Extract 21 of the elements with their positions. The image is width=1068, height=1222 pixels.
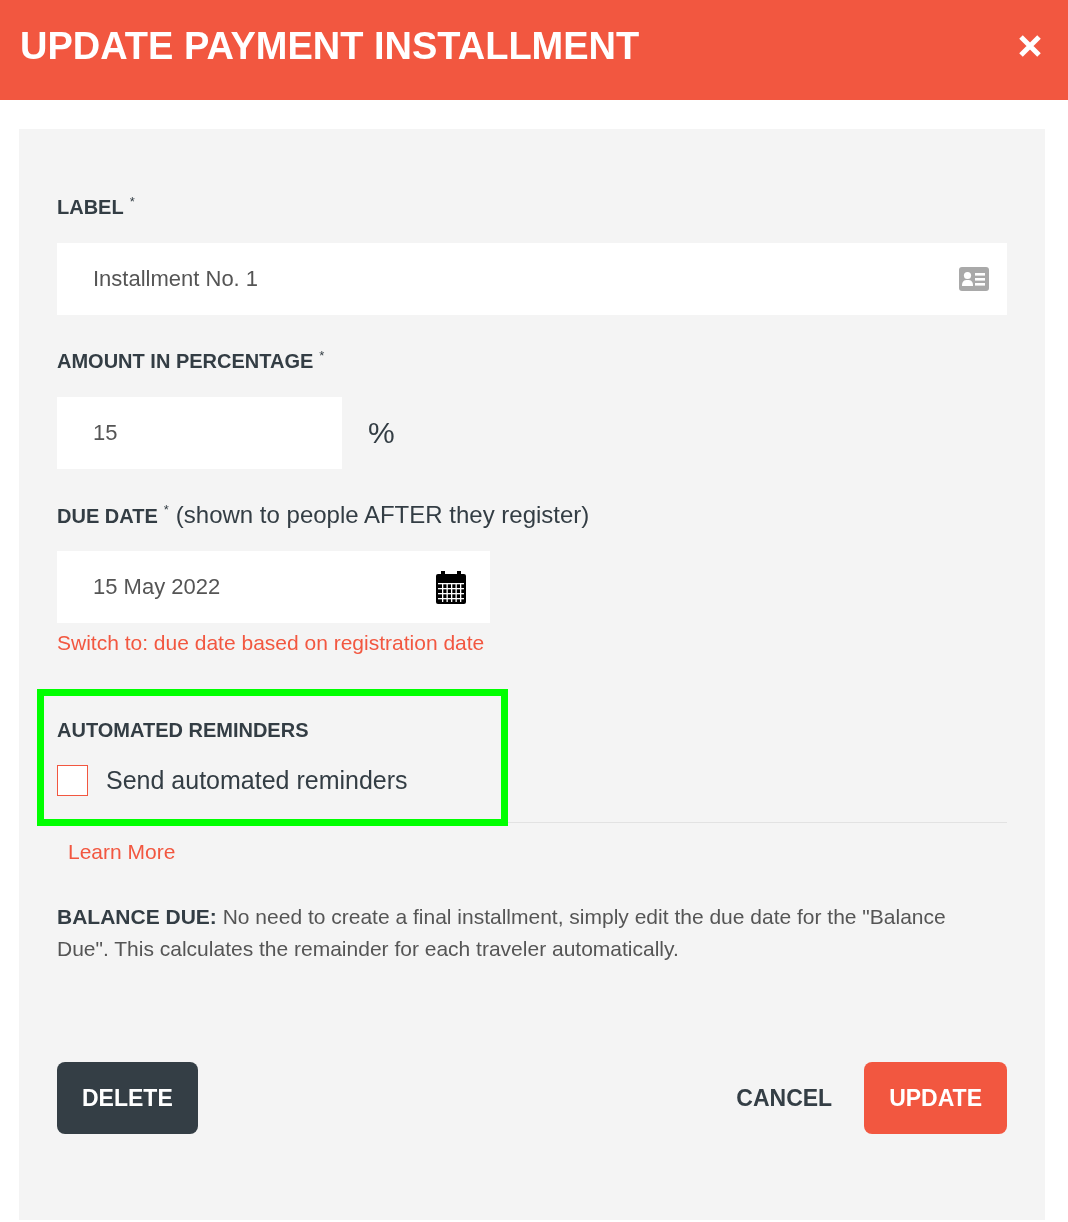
label-input[interactable]: Installment No. 1 [57,243,1007,315]
required-mark: * [129,195,135,209]
field-label: DUE DATE [57,504,158,528]
field-label: AMOUNT IN PERCENTAGE [57,349,314,373]
checkbox-label[interactable]: Send automated reminders [106,766,408,795]
dialog-title: UPDATE PAYMENT INSTALLMENT [20,24,640,68]
field-label: LABEL [57,195,124,219]
required-mark: * [319,349,325,363]
balance-due-note: BALANCE DUE: No need to create a final installment, simply edit the due date for the "Balance Due". This calculates the remainder for each traveler automatically. [57,904,947,962]
close-icon[interactable] [1018,34,1042,58]
calendar-icon [436,570,466,604]
section-heading: AUTOMATED REMINDERS [57,718,310,742]
percentage-input[interactable]: 15 [57,397,342,469]
required-mark: * [163,503,169,517]
id-card-icon [959,267,989,291]
date-input[interactable]: 15 May 2022 [57,551,490,623]
cancel-button[interactable]: CANCEL [720,1062,849,1134]
checkbox[interactable] [57,765,88,796]
percent-sign: % [368,416,395,450]
delete-button[interactable]: DELETE [57,1062,198,1134]
field-note: (shown to people AFTER they register) [175,503,590,527]
